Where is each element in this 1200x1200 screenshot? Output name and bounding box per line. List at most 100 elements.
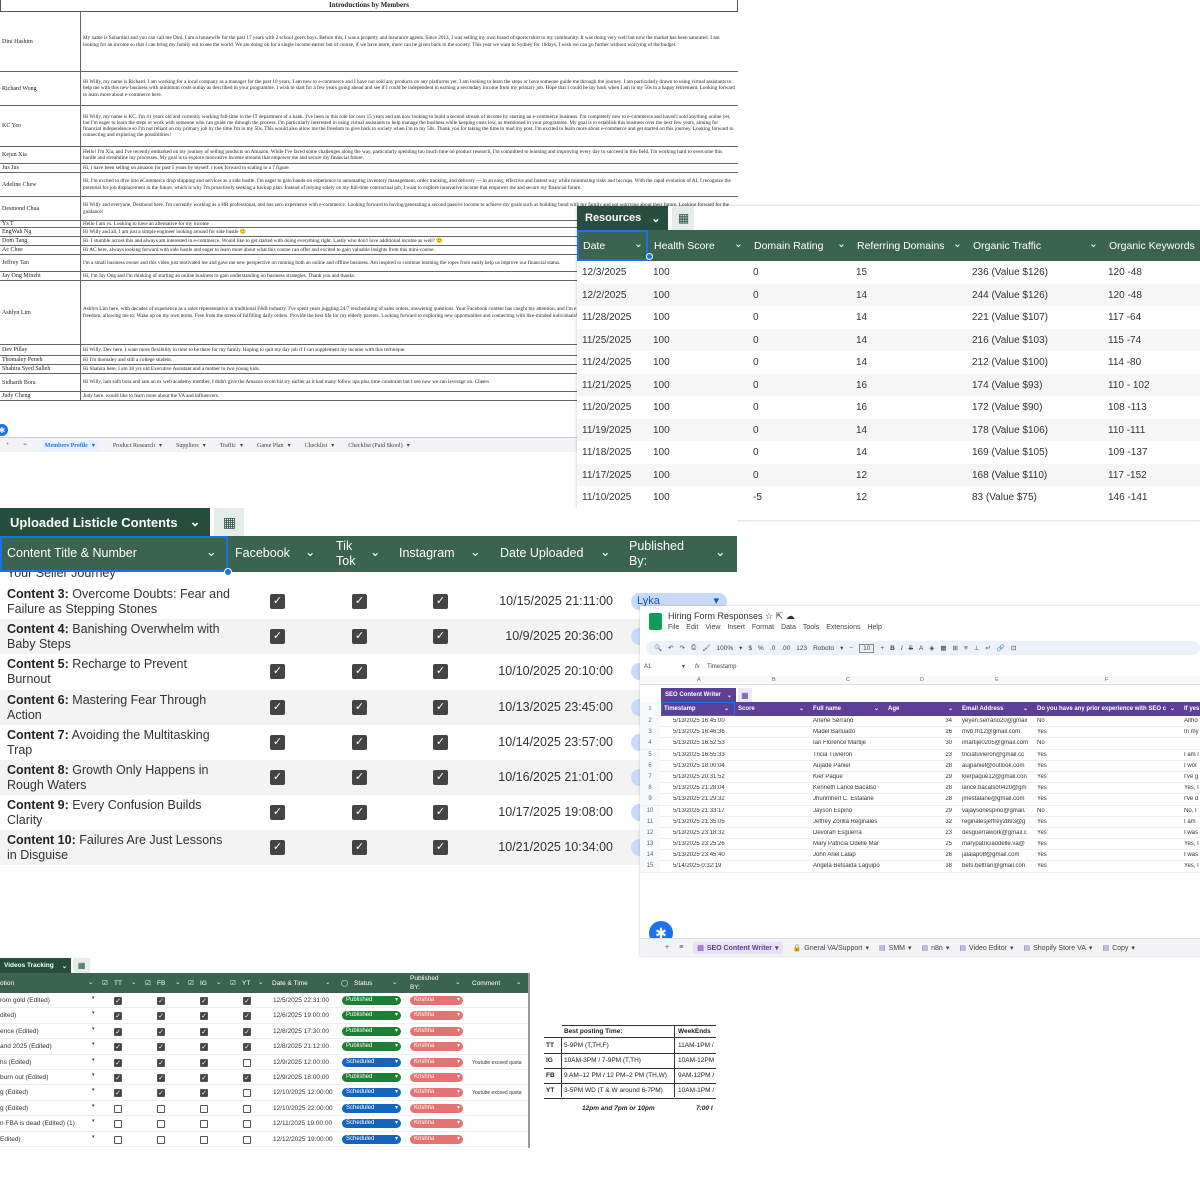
checkbox[interactable]: ✓ <box>352 629 367 645</box>
checkbox-ig[interactable]: ✓ <box>200 1027 208 1036</box>
name-box[interactable]: A1 <box>644 664 651 670</box>
checkbox[interactable]: ✓ <box>270 805 285 821</box>
email-cell[interactable]: vajaysonespino@gmail. <box>962 808 1034 814</box>
full-name-cell[interactable]: Devorah Esguerra <box>813 830 885 836</box>
member-name[interactable]: Jus Jus <box>0 164 81 172</box>
chevron-down-icon[interactable]: ⌄ <box>1023 705 1028 712</box>
header-tt[interactable]: TT <box>114 980 122 987</box>
member-intro[interactable]: Hi Willy, my name is Richard. I am worki… <box>81 72 738 105</box>
header-comment[interactable]: Comment <box>472 980 500 987</box>
if-yes-cell[interactable]: Yes, I <box>1184 785 1200 791</box>
currency-icon[interactable]: $ <box>748 645 752 652</box>
date-uploaded[interactable]: 10/10/2025 20:10:00 <box>470 664 613 678</box>
member-name[interactable]: Desmond Chua <box>0 197 81 220</box>
caret-down-icon[interactable]: ▾ <box>457 1011 460 1020</box>
hiring-header-cell[interactable]: Full name <box>813 706 841 712</box>
member-name[interactable]: Ac Chee <box>0 246 81 254</box>
datetime-cell[interactable]: 12/8/2025 21:12:00 <box>273 1043 329 1050</box>
video-title[interactable]: g (Edited) <box>0 1105 28 1112</box>
sheet-tab[interactable]: ▤ Shopify Store VA ▾ <box>1024 944 1093 952</box>
comment-cell[interactable]: Youtube exceed quota <box>472 1060 522 1066</box>
timestamp-cell[interactable]: 5/13/2025 16:46:36 <box>673 729 745 735</box>
checkbox-ig[interactable]: ✓ <box>200 1043 208 1052</box>
status-chip[interactable]: Published ▾ <box>342 996 401 1005</box>
header-ig[interactable]: IG <box>200 980 207 987</box>
row-number[interactable]: 12 <box>640 827 660 839</box>
caret-down-icon[interactable]: ▾ <box>288 443 291 449</box>
resources-cell[interactable]: 110 - 102 <box>1108 380 1150 391</box>
chevron-down-icon[interactable]: ⌄ <box>874 705 879 712</box>
checkbox-ig[interactable] <box>200 1104 208 1113</box>
if-yes-cell[interactable]: I was <box>1184 852 1200 858</box>
age-cell[interactable]: 28 <box>942 785 952 791</box>
email-cell[interactable]: reginalesjeffrey2893@g <box>962 819 1034 825</box>
video-title[interactable]: g (Edited) <box>0 1089 28 1096</box>
if-yes-cell[interactable]: Yes, I <box>1184 863 1200 869</box>
resources-cell[interactable]: 100 <box>653 335 670 346</box>
resources-cell[interactable]: 14 <box>856 447 867 458</box>
status-chip[interactable]: Scheduled ▾ <box>342 1119 401 1129</box>
content-title-cell[interactable]: Content 5: Recharge to Prevent Burnout <box>7 657 232 687</box>
email-cell[interactable]: yeyen.serrano20@gmail <box>962 718 1034 724</box>
resources-cell[interactable]: 11/19/2025 <box>582 425 631 436</box>
email-cell[interactable]: bets.beltran@gmail.con <box>962 863 1034 869</box>
formula-input[interactable]: Timestamp <box>707 664 736 670</box>
video-title[interactable]: hs (Edited) <box>0 1059 31 1066</box>
chevron-down-icon[interactable]: ⌄ <box>370 544 380 559</box>
caret-down-icon[interactable]: ▾ <box>240 443 243 449</box>
checkbox-yt[interactable]: ✓ <box>243 1073 251 1082</box>
checkbox-tt[interactable]: ✓ <box>114 1012 122 1021</box>
date-uploaded[interactable]: 10/17/2025 19:08:00 <box>470 805 613 819</box>
checkbox-ig[interactable]: ✓ <box>200 997 208 1005</box>
checkbox[interactable]: ✓ <box>433 629 448 645</box>
resources-cell[interactable]: 212 (Value $100) <box>972 357 1048 368</box>
resources-cell[interactable]: 16 <box>856 402 867 413</box>
row-number[interactable]: 1 <box>640 702 660 716</box>
text-color-icon[interactable]: A <box>919 645 923 652</box>
resources-cell[interactable]: 12 <box>856 492 867 503</box>
resources-cell[interactable]: 11/18/2025 <box>582 447 631 458</box>
video-title[interactable]: burn out (Edited) <box>0 1074 48 1081</box>
resources-cell[interactable]: 11/10/2025 <box>582 492 631 503</box>
paint-format-icon[interactable]: 🖌 <box>702 644 710 652</box>
italic-icon[interactable]: I <box>901 645 903 652</box>
sheet-tab[interactable]: ▤ n8n ▾ <box>922 944 950 952</box>
sheet-tab[interactable]: Suppliers ▾ <box>176 442 206 449</box>
row-number[interactable]: 10 <box>640 805 660 817</box>
full-name-cell[interactable]: Jhunmherl C. Estalane <box>813 796 885 802</box>
member-intro[interactable]: Hi, i have been selling on amazon for pa… <box>81 164 738 172</box>
column-letter[interactable]: B <box>772 677 776 683</box>
status-chip[interactable]: Scheduled ▾ <box>342 1088 401 1098</box>
member-intro[interactable]: My name is Suhardini and you can call me… <box>81 12 738 71</box>
experience-cell[interactable]: No <box>1037 808 1057 814</box>
resources-cell[interactable]: 100 <box>653 357 670 368</box>
menu-item[interactable]: Insert <box>727 624 745 631</box>
increase-decimal-icon[interactable]: .00 <box>781 645 790 652</box>
published-by-chip[interactable]: Krishna ▾ <box>410 1026 463 1036</box>
merge-icon[interactable]: ⊞ <box>953 644 958 652</box>
caret-down-icon[interactable]: ▾ <box>395 1119 398 1128</box>
checkbox-ig[interactable]: ✓ <box>200 1073 208 1082</box>
resources-cell[interactable]: 146 -141 <box>1108 492 1147 503</box>
caret-down-icon[interactable]: ▾ <box>457 1104 460 1113</box>
column-letter[interactable]: E <box>995 677 999 683</box>
chevron-down-icon[interactable]: ▾ <box>739 644 742 652</box>
checkbox[interactable]: ✓ <box>433 664 448 680</box>
age-cell[interactable]: 29 <box>942 774 952 780</box>
checkbox[interactable]: ✓ <box>352 594 367 609</box>
checkbox-yt[interactable] <box>243 1089 251 1098</box>
age-cell[interactable]: 29 <box>942 808 952 814</box>
checkbox[interactable]: ✓ <box>433 699 448 715</box>
resources-cell[interactable]: 110 -111 <box>1108 425 1145 436</box>
column-letter[interactable]: C <box>846 677 850 683</box>
checkbox[interactable]: ✓ <box>352 699 367 715</box>
number-format-icon[interactable]: 123 <box>796 645 807 652</box>
status-chip[interactable]: Published ▾ <box>342 1026 401 1036</box>
timestamp-cell[interactable]: 5/13/2025 21:29:32 <box>673 796 745 802</box>
row-number[interactable]: 13 <box>640 839 660 851</box>
row-number[interactable]: 9 <box>640 794 660 806</box>
resources-cell[interactable]: 12 <box>856 470 867 481</box>
checkbox[interactable]: ✓ <box>433 594 448 609</box>
link-icon[interactable]: ▾ <box>92 1087 95 1093</box>
timestamp-cell[interactable]: 5/13/2025 18:00:04 <box>673 763 745 769</box>
